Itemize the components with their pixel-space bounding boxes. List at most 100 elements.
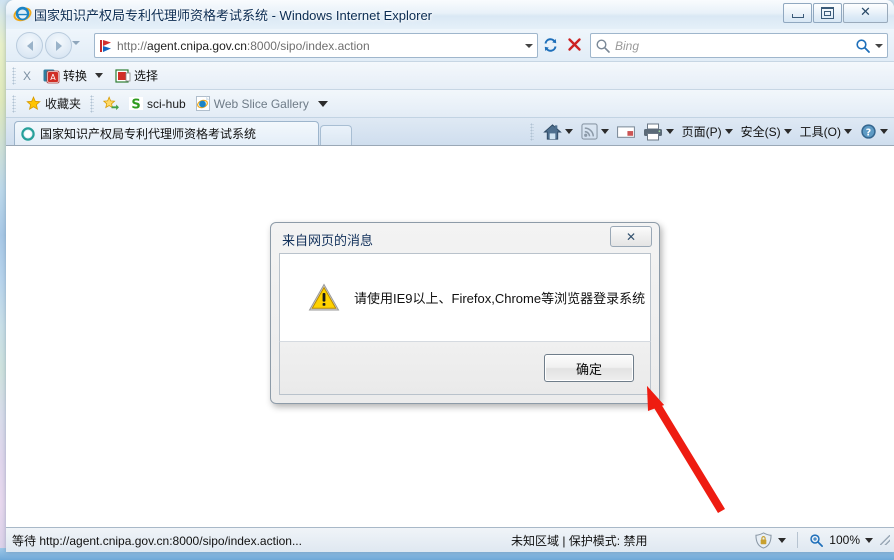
navigation-bar: http://agent.cnipa.gov.cn:8000/sipo/inde…: [6, 29, 894, 61]
dialog-message: 请使用IE9以上、Firefox,Chrome等浏览器登录系统: [354, 291, 646, 306]
url-domain: agent.cnipa.gov.cn: [147, 38, 247, 53]
maximize-button[interactable]: [813, 3, 842, 23]
svg-text:?: ?: [866, 127, 871, 138]
status-right-group: 100%: [754, 531, 890, 549]
print-button[interactable]: [639, 121, 678, 143]
window-controls: ✕: [783, 3, 888, 23]
feeds-button[interactable]: [577, 121, 613, 142]
favorite-label: sci-hub: [147, 96, 186, 111]
help-icon: ?: [861, 124, 876, 139]
toolbar-grip[interactable]: [12, 66, 16, 85]
warning-triangle-icon: [308, 283, 340, 311]
tools-menu-dropdown-icon[interactable]: [844, 129, 852, 134]
pdf-select-icon: [115, 68, 131, 83]
search-box[interactable]: Bing: [590, 33, 888, 58]
resize-grip[interactable]: [880, 535, 890, 545]
tab-bar: 国家知识产权局专利代理师资格考试系统 页面(P) 安全(S) 工具(O) ?: [6, 118, 894, 145]
protected-mode-dropdown-icon[interactable]: [778, 537, 787, 543]
window-title-bar: 国家知识产权局专利代理师资格考试系统 - Windows Internet Ex…: [6, 0, 894, 29]
favorites-overflow-icon[interactable]: [317, 100, 328, 107]
pdf-convert-icon: A: [43, 69, 60, 83]
safety-menu[interactable]: 安全(S): [737, 121, 796, 142]
pdf-convert-dropdown-icon[interactable]: [95, 73, 104, 78]
recent-pages-dropdown-icon[interactable]: [72, 41, 80, 45]
forward-button[interactable]: [45, 32, 72, 59]
print-dropdown-icon[interactable]: [665, 129, 674, 134]
status-bar: 等待 http://agent.cnipa.gov.cn:8000/sipo/i…: [6, 527, 894, 552]
page-menu[interactable]: 页面(P): [678, 121, 737, 142]
address-dropdown-icon[interactable]: [521, 43, 537, 48]
favorites-bar: 收藏夹 S sci-hub Web Slice Gallery: [6, 90, 894, 118]
dialog-ok-button[interactable]: 确定: [544, 354, 634, 382]
tab-active[interactable]: 国家知识产权局专利代理师资格考试系统: [14, 121, 319, 145]
safety-menu-dropdown-icon[interactable]: [783, 129, 792, 134]
favorites-grip[interactable]: [12, 94, 16, 113]
search-input[interactable]: Bing: [611, 39, 855, 53]
new-tab-button[interactable]: [320, 125, 352, 145]
back-button[interactable]: [16, 32, 43, 59]
nav-arrows: [16, 32, 72, 59]
status-text: 等待 http://agent.cnipa.gov.cn:8000/sipo/i…: [12, 533, 302, 548]
favorites-button[interactable]: 收藏夹: [21, 94, 86, 113]
dialog-footer: 确定: [279, 341, 651, 395]
sci-hub-icon: S: [129, 97, 144, 112]
window-title: 国家知识产权局专利代理师资格考试系统 - Windows Internet Ex…: [34, 8, 433, 23]
close-button[interactable]: ✕: [843, 3, 888, 23]
refresh-icon: [544, 37, 557, 52]
add-to-favorites-bar-button[interactable]: [98, 95, 124, 112]
protected-mode-icon[interactable]: [754, 531, 773, 549]
pdf-select-button[interactable]: 选择: [111, 66, 162, 85]
page-menu-dropdown-icon[interactable]: [724, 129, 733, 134]
zoom-level-label[interactable]: 100%: [829, 533, 860, 547]
search-icon: [596, 38, 610, 53]
add-star-arrow-icon: [103, 96, 119, 111]
pdf-toolbar-close-button[interactable]: X: [21, 69, 39, 83]
home-button[interactable]: [539, 121, 577, 143]
ie-page-icon: [195, 96, 210, 111]
dialog-title: 来自网页的消息: [282, 233, 374, 248]
pdf-convert-button[interactable]: A 转换: [39, 66, 91, 85]
page-menu-label: 页面(P): [681, 125, 722, 139]
favorites-label: 收藏夹: [45, 97, 82, 111]
command-bar-grip[interactable]: [529, 122, 534, 141]
stop-button[interactable]: [563, 33, 586, 56]
printer-icon: [643, 123, 662, 140]
rss-feed-icon: [581, 123, 598, 140]
mail-button[interactable]: [613, 123, 639, 141]
favorites-separator: [90, 94, 95, 113]
ie-logo-icon: [13, 6, 32, 22]
search-provider-dropdown-icon[interactable]: [871, 43, 887, 48]
safety-menu-label: 安全(S): [740, 125, 781, 139]
svg-text:S: S: [131, 98, 140, 112]
minimize-button[interactable]: [783, 3, 812, 23]
mail-icon: [616, 125, 635, 138]
tab-label: 国家知识产权局专利代理师资格考试系统: [40, 127, 257, 141]
tools-menu-label: 工具(O): [799, 125, 841, 139]
zoom-dropdown-icon[interactable]: [865, 537, 873, 543]
refresh-button[interactable]: [539, 33, 562, 56]
dialog-title-bar: 来自网页的消息 ✕: [271, 223, 659, 253]
home-icon: [542, 123, 562, 140]
tools-menu[interactable]: 工具(O): [796, 121, 856, 142]
command-bar: 页面(P) 安全(S) 工具(O) ?: [524, 119, 892, 144]
address-text: http://agent.cnipa.gov.cn:8000/sipo/inde…: [115, 39, 521, 53]
help-dropdown-icon[interactable]: [880, 129, 888, 134]
pdf-select-label: 选择: [134, 69, 159, 83]
svg-text:A: A: [50, 73, 56, 82]
dialog-close-button[interactable]: ✕: [610, 226, 652, 247]
favorite-sci-hub[interactable]: S sci-hub: [124, 95, 191, 112]
address-bar[interactable]: http://agent.cnipa.gov.cn:8000/sipo/inde…: [94, 33, 538, 58]
favorite-web-slice-gallery[interactable]: Web Slice Gallery: [191, 95, 333, 112]
home-dropdown-icon[interactable]: [564, 129, 573, 134]
feeds-dropdown-icon[interactable]: [600, 129, 609, 134]
security-zone-text: 未知区域 | 保护模式: 禁用: [511, 533, 648, 548]
stop-x-icon: [568, 38, 581, 51]
tab-loading-icon: [21, 126, 35, 141]
star-icon: [26, 96, 41, 110]
webpage-message-dialog: 来自网页的消息 ✕ 请使用IE9以上、Firefox,Chrome等浏览器登录系…: [270, 222, 660, 404]
zoom-icon[interactable]: [809, 533, 824, 548]
pdf-convert-label: 转换: [63, 69, 88, 83]
help-button[interactable]: ?: [856, 121, 892, 142]
search-go-icon[interactable]: [855, 38, 871, 54]
adobe-pdf-toolbar: X A 转换 选择: [6, 61, 894, 90]
